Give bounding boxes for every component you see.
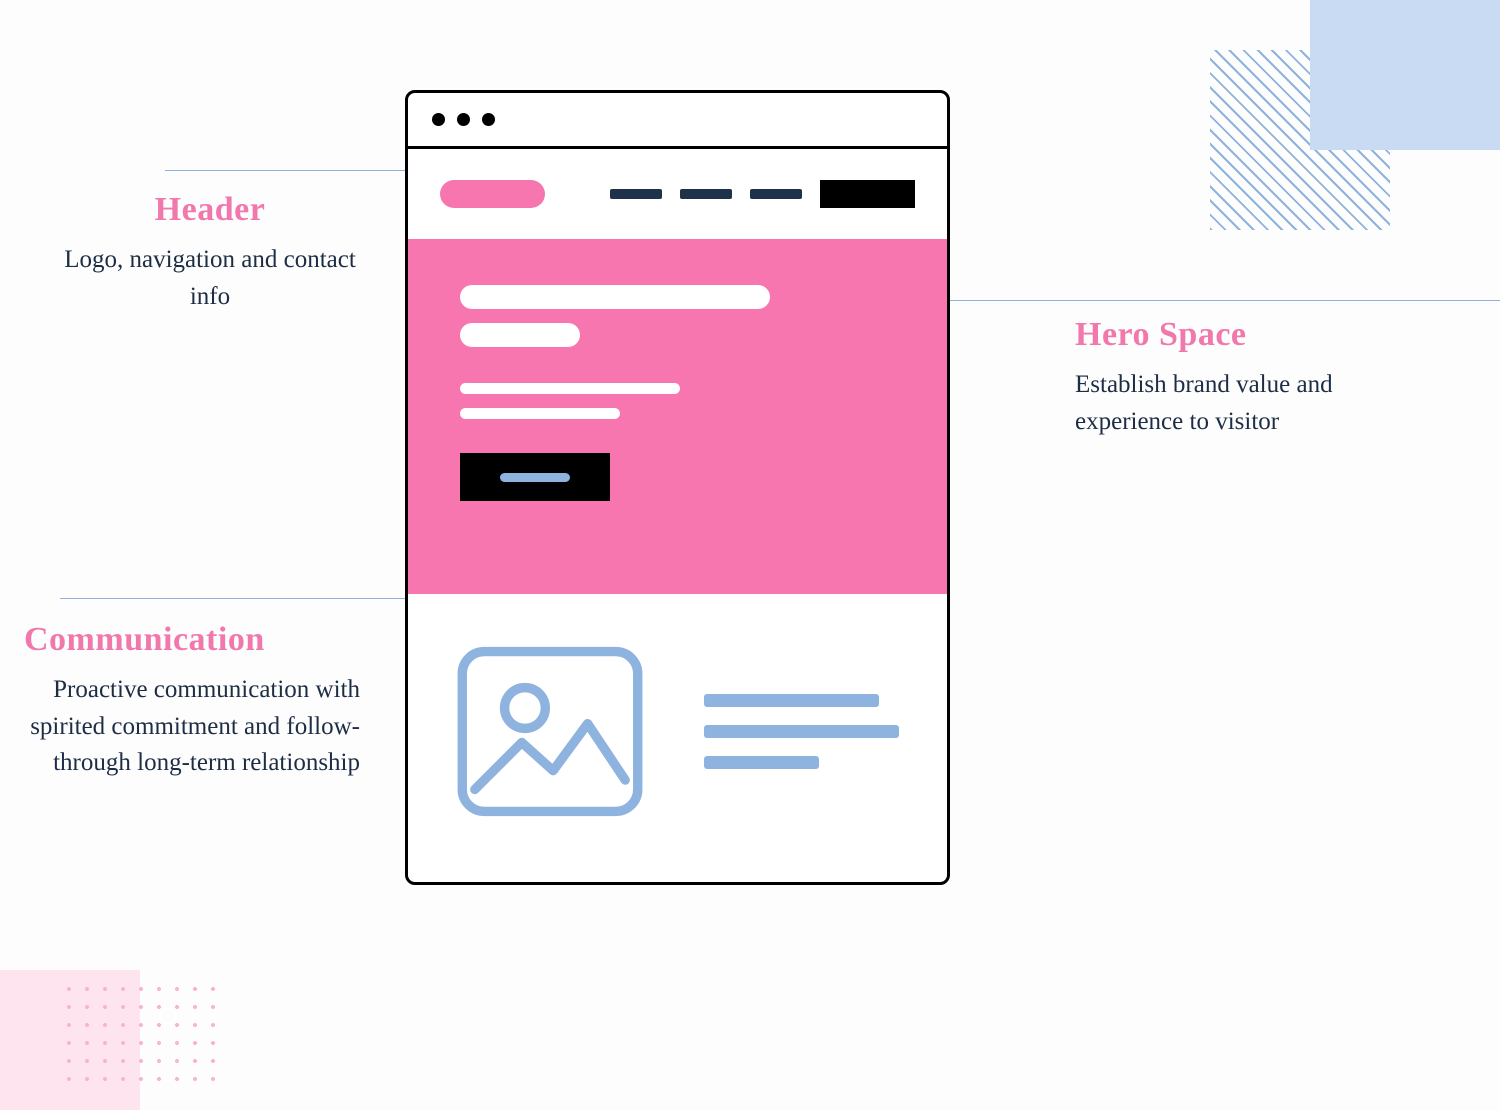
window-control-dot <box>457 113 470 126</box>
window-control-dot <box>432 113 445 126</box>
text-line-placeholder <box>704 756 819 769</box>
wireframe-communication <box>408 594 947 869</box>
hero-button-label-placeholder <box>500 473 570 482</box>
image-placeholder-icon <box>456 644 644 819</box>
blue-block <box>1310 0 1500 150</box>
leader-line-hero <box>880 300 1500 301</box>
hero-subtitle-placeholder <box>460 408 620 419</box>
annotation-communication-body: Proactive communication with spirited co… <box>20 672 360 781</box>
annotation-header-title: Header <box>60 185 360 234</box>
dot-pattern <box>60 980 220 1090</box>
hero-title-placeholder <box>460 285 770 309</box>
hero-button-placeholder <box>460 453 610 501</box>
nav-placeholder <box>610 180 915 208</box>
nav-link-placeholder <box>680 189 732 199</box>
text-line-placeholder <box>704 694 879 707</box>
annotation-hero-body: Establish brand value and experience to … <box>1075 367 1375 440</box>
wireframe-hero <box>408 239 947 594</box>
nav-link-placeholder <box>610 189 662 199</box>
nav-cta-placeholder <box>820 180 915 208</box>
hero-title-placeholder <box>460 323 580 347</box>
text-line-placeholder <box>704 725 899 738</box>
logo-placeholder <box>440 180 545 208</box>
browser-chrome <box>408 93 947 149</box>
nav-link-placeholder <box>750 189 802 199</box>
annotation-communication-title: Communication <box>24 615 360 664</box>
annotation-header: Header Logo, navigation and contact info <box>60 185 360 315</box>
text-lines-placeholder <box>704 694 899 769</box>
leader-line-communication <box>60 598 460 599</box>
annotation-hero-title: Hero Space <box>1075 310 1375 359</box>
decoration-bottom-left <box>0 910 220 1110</box>
annotation-header-body: Logo, navigation and contact info <box>60 242 360 315</box>
annotation-hero: Hero Space Establish brand value and exp… <box>1075 310 1375 440</box>
hero-subtitle-placeholder <box>460 383 680 394</box>
window-control-dot <box>482 113 495 126</box>
wireframe-header <box>408 149 947 239</box>
annotation-communication: Communication Proactive communication wi… <box>20 615 360 781</box>
decoration-top-right <box>1210 0 1500 210</box>
browser-wireframe <box>405 90 950 885</box>
